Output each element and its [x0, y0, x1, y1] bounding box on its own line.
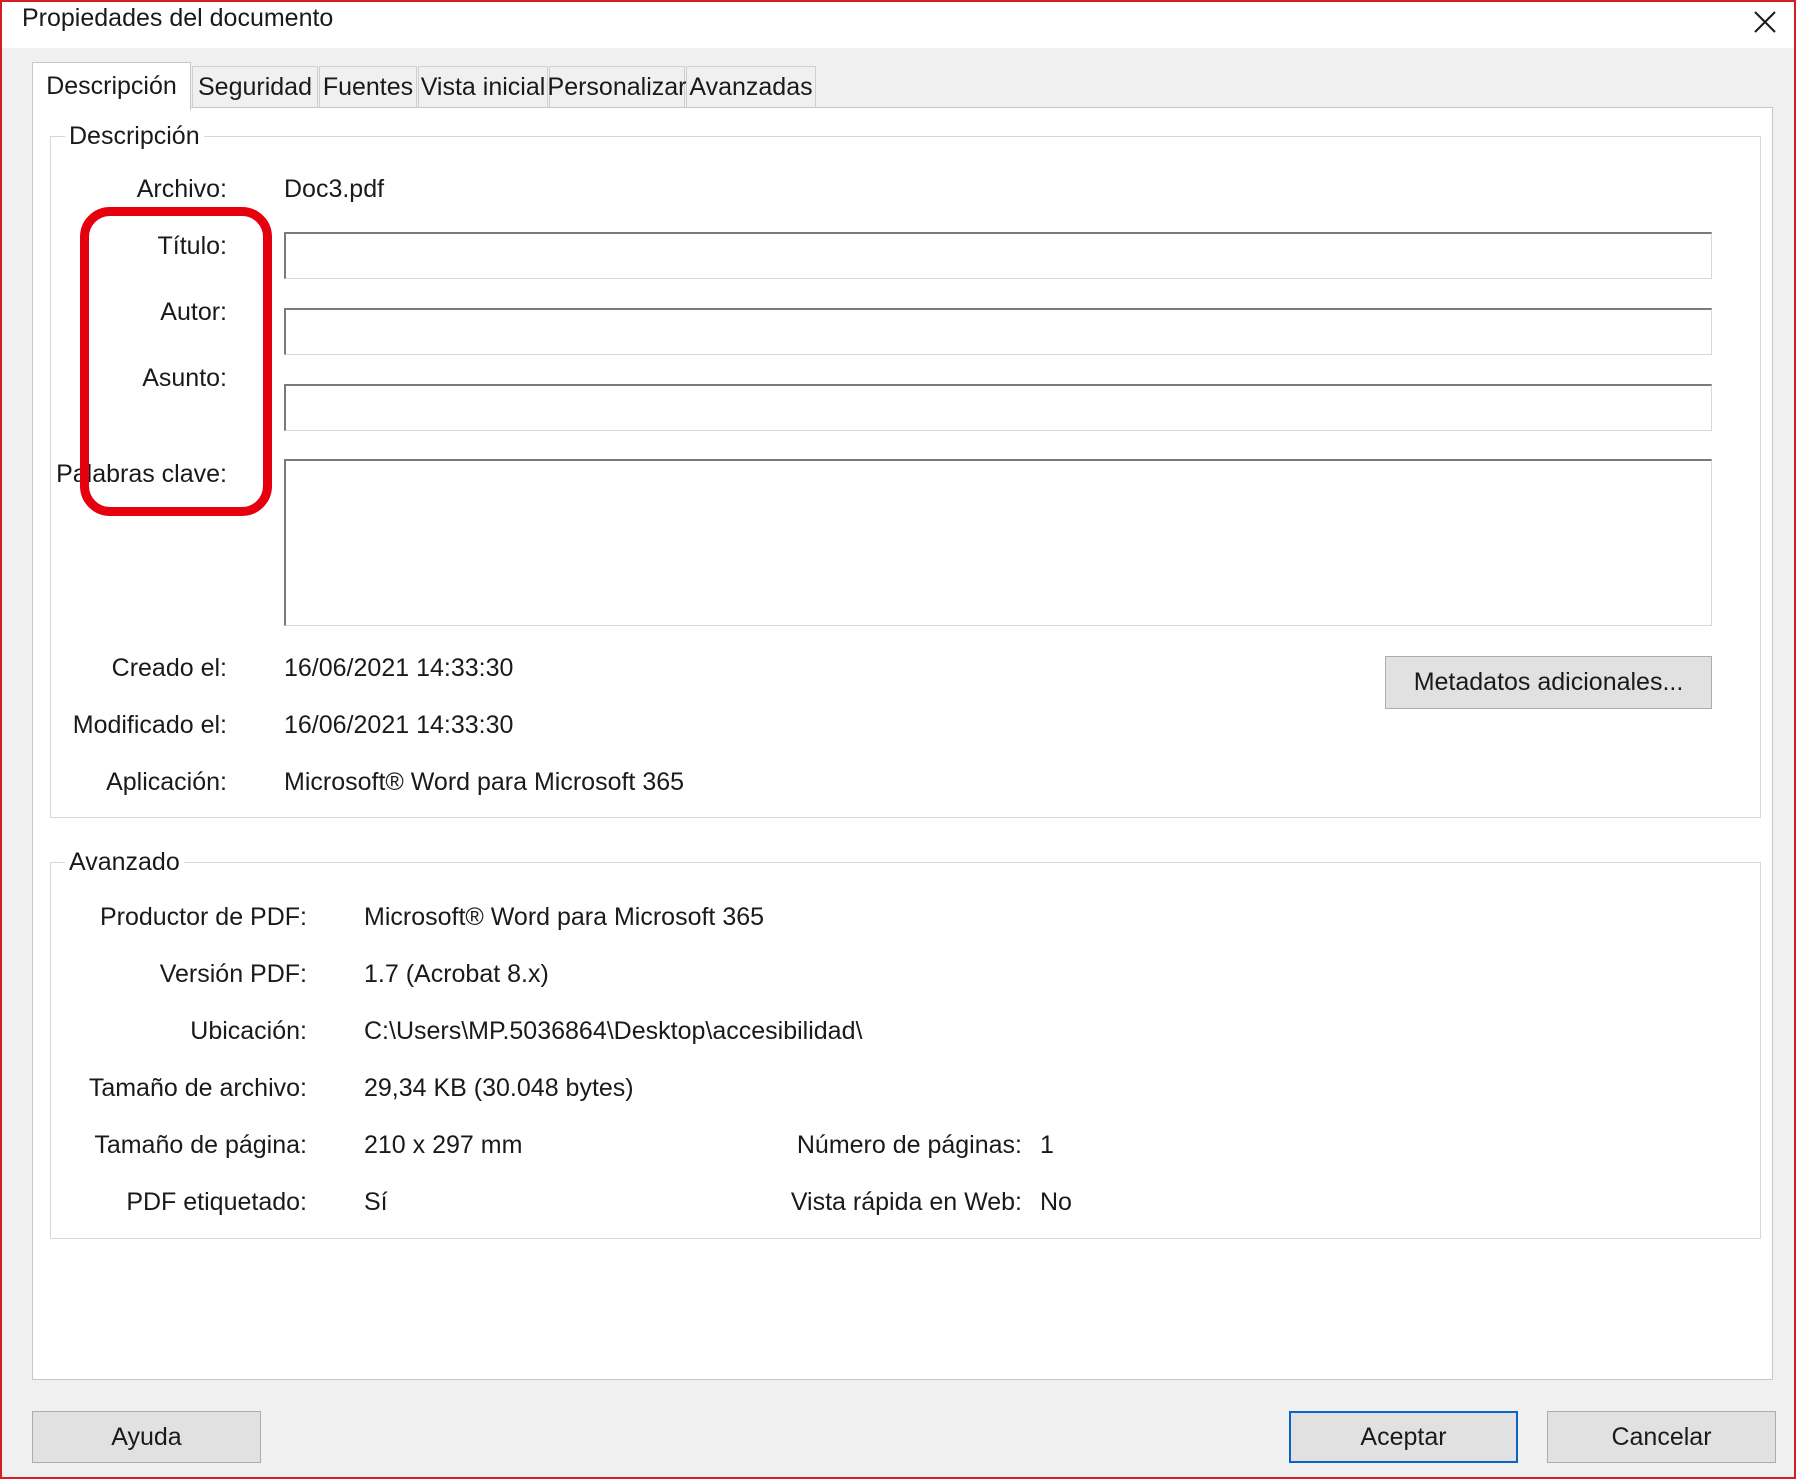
tamano-archivo-value: 29,34 KB (30.048 bytes)	[364, 1074, 634, 1102]
close-icon	[1754, 11, 1776, 33]
tab-fuentes[interactable]: Fuentes	[319, 66, 417, 108]
window-title: Propiedades del documento	[22, 4, 334, 32]
ubicacion-label: Ubicación:	[190, 1017, 307, 1045]
aplicacion-value: Microsoft® Word para Microsoft 365	[284, 768, 685, 796]
modificado-label: Modificado el:	[72, 711, 227, 739]
version-value: 1.7 (Acrobat 8.x)	[364, 960, 549, 988]
titulo-input[interactable]	[284, 232, 1712, 279]
modificado-value: 16/06/2021 14:33:30	[284, 711, 514, 739]
productor-label: Productor de PDF:	[99, 903, 307, 931]
creado-label: Creado el:	[111, 654, 227, 682]
creado-value: 16/06/2021 14:33:30	[284, 654, 514, 682]
document-properties-dialog: Propiedades del documento Descripción Se…	[0, 0, 1796, 1479]
titulo-label: Título:	[157, 232, 227, 260]
vista-rapida-label: Vista rápida en Web:	[790, 1188, 1022, 1216]
tab-avanzadas[interactable]: Avanzadas	[686, 66, 816, 108]
vista-rapida-value: No	[1040, 1188, 1072, 1216]
aplicacion-label: Aplicación:	[106, 768, 227, 796]
num-paginas-label: Número de páginas:	[796, 1131, 1022, 1159]
asunto-input[interactable]	[284, 384, 1712, 431]
etiquetado-value: Sí	[364, 1188, 388, 1216]
title-bar: Propiedades del documento	[2, 2, 1794, 48]
tab-panel: Descripción Archivo: Doc3.pdf Título: Au…	[32, 107, 1773, 1380]
close-button[interactable]	[1742, 2, 1788, 42]
archivo-label: Archivo:	[136, 175, 227, 203]
ubicacion-value: C:\Users\MP.5036864\Desktop\accesibilida…	[364, 1017, 863, 1045]
tab-vista-inicial[interactable]: Vista inicial	[418, 66, 548, 108]
palabras-clave-label: Palabras clave:	[56, 460, 227, 488]
help-button[interactable]: Ayuda	[32, 1411, 261, 1463]
archivo-value: Doc3.pdf	[284, 175, 385, 203]
asunto-label: Asunto:	[142, 364, 227, 392]
tab-personalizar[interactable]: Personalizar	[548, 66, 686, 108]
tab-seguridad[interactable]: Seguridad	[192, 66, 318, 108]
ok-button[interactable]: Aceptar	[1289, 1411, 1518, 1463]
palabras-clave-input[interactable]	[284, 459, 1712, 626]
metadatos-adicionales-button[interactable]: Metadatos adicionales...	[1385, 656, 1712, 709]
description-group-title: Descripción	[65, 122, 204, 151]
autor-label: Autor:	[160, 298, 227, 326]
etiquetado-label: PDF etiquetado:	[126, 1188, 307, 1216]
productor-value: Microsoft® Word para Microsoft 365	[364, 903, 765, 931]
tamano-pagina-value: 210 x 297 mm	[364, 1131, 523, 1159]
version-label: Versión PDF:	[159, 960, 307, 988]
autor-input[interactable]	[284, 308, 1712, 355]
tab-descripcion[interactable]: Descripción	[32, 62, 191, 110]
num-paginas-value: 1	[1040, 1131, 1054, 1159]
tamano-archivo-label: Tamaño de archivo:	[88, 1074, 307, 1102]
cancel-button[interactable]: Cancelar	[1547, 1411, 1776, 1463]
advanced-group-title: Avanzado	[65, 848, 184, 877]
tamano-pagina-label: Tamaño de página:	[94, 1131, 307, 1159]
